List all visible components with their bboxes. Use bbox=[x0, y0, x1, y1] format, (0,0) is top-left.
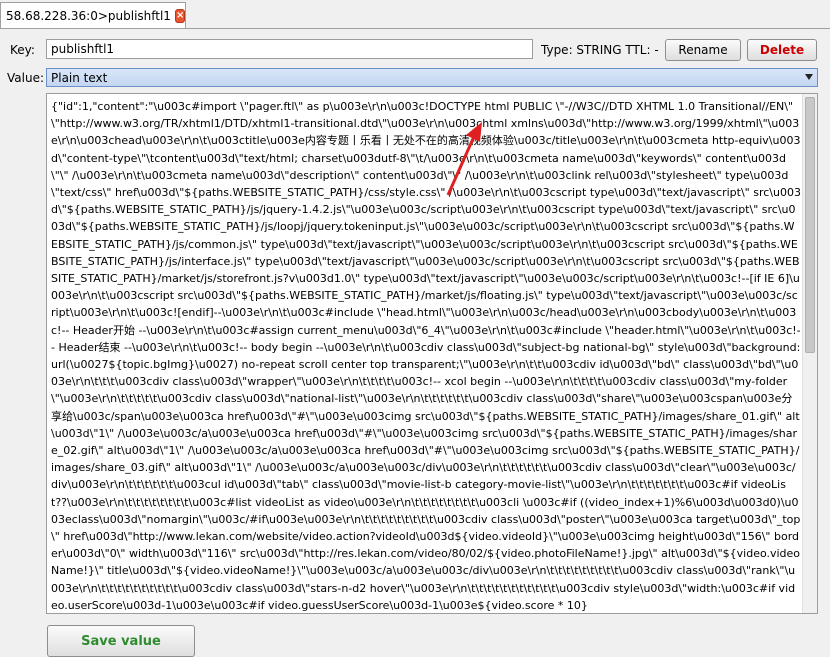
value-label: Value: bbox=[7, 71, 44, 85]
scrollbar-thumb[interactable] bbox=[805, 97, 815, 353]
tab-title: 58.68.228.36:0>publishftl1 bbox=[6, 8, 171, 23]
value-format-select[interactable]: Plain text bbox=[46, 68, 818, 87]
save-value-button[interactable]: Save value bbox=[47, 625, 195, 657]
tab-bar: 58.68.228.36:0>publishftl1 × bbox=[0, 0, 830, 29]
close-icon[interactable]: × bbox=[174, 8, 186, 23]
vertical-scrollbar[interactable] bbox=[802, 94, 817, 613]
tab-key[interactable]: 58.68.228.36:0>publishftl1 × bbox=[0, 2, 186, 28]
value-editor[interactable]: {"id":1,"content":"\u003c#import \"pager… bbox=[46, 93, 818, 614]
type-ttl-info: Type: STRING TTL: - bbox=[541, 43, 659, 57]
value-text[interactable]: {"id":1,"content":"\u003c#import \"pager… bbox=[51, 98, 801, 613]
value-format-selected: Plain text bbox=[51, 70, 108, 85]
rename-button[interactable]: Rename bbox=[665, 39, 741, 61]
delete-button[interactable]: Delete bbox=[747, 39, 817, 61]
key-label: Key: bbox=[10, 43, 35, 57]
key-input[interactable] bbox=[46, 39, 533, 59]
chevron-down-icon bbox=[805, 74, 813, 80]
